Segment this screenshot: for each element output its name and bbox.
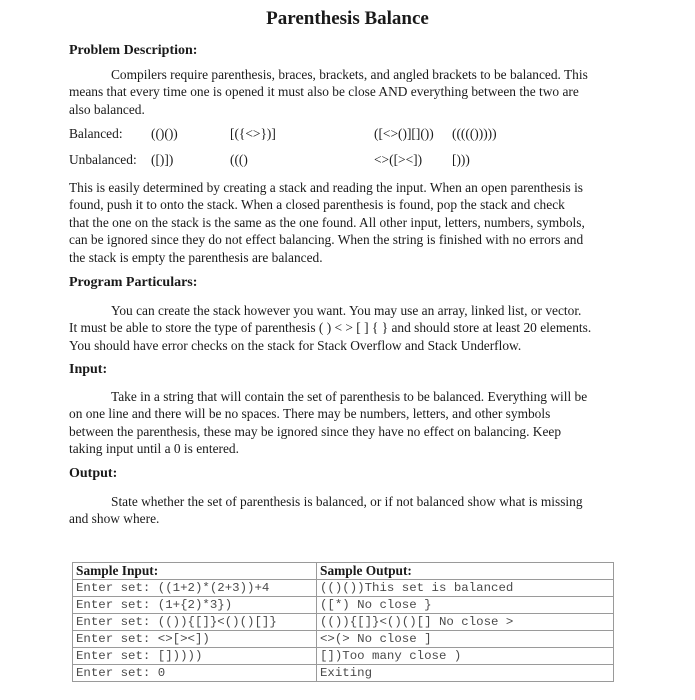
balanced-example: (()()) (151, 126, 178, 141)
balanced-label: Balanced: (69, 126, 123, 141)
table-row: Enter set: 0 Exiting (72, 664, 614, 682)
text-span: Compilers require parenthesis, braces, b… (111, 67, 588, 82)
table-row: Enter set: [])))) [])Too many close ) (72, 647, 614, 665)
input-paragraph: Take in a string that will contain the s… (69, 388, 617, 458)
program-particulars-paragraph: You can create the stack however you wan… (69, 302, 617, 354)
sample-input-cell: Enter set: ((1+2)*(2+3))+4 (72, 579, 317, 597)
program-particulars-heading: Program Particulars: (69, 275, 198, 290)
sample-input-header: Sample Input: (72, 562, 317, 580)
balanced-example: ([<>()][]()) (374, 126, 434, 141)
text-span: State whether the set of parenthesis is … (111, 494, 583, 509)
text-line: You can create the stack however you wan… (69, 302, 617, 319)
text-line: can be ignored since they do not effect … (69, 232, 584, 248)
text-span: Take in a string that will contain the s… (111, 389, 588, 404)
unbalanced-example: ([)]) (151, 152, 174, 167)
text-line: the stack is empty the parenthesis are b… (69, 249, 323, 265)
text-line: and show where. (69, 511, 160, 527)
sample-input-cell: Enter set: 0 (72, 664, 317, 682)
table-row: Enter set: ((1+2)*(2+3))+4 (()())This se… (72, 579, 614, 597)
text-line: Compilers require parenthesis, braces, b… (69, 66, 617, 83)
text-line: taking input until a 0 is entered. (69, 441, 239, 457)
sample-input-cell: Enter set: <>[><]) (72, 630, 317, 648)
table-row: Enter set: (()){[]}<()()[]} (()){[]}<()(… (72, 613, 614, 631)
sample-output-cell: ([*) No close } (316, 596, 614, 614)
unbalanced-example: ((() (230, 152, 248, 167)
page-title: Parenthesis Balance (266, 8, 429, 29)
unbalanced-example: [))) (452, 152, 470, 167)
sample-io-table: Sample Input: Sample Output: Enter set: … (72, 562, 614, 682)
problem-intro-paragraph: Compilers require parenthesis, braces, b… (69, 66, 617, 118)
output-paragraph: State whether the set of parenthesis is … (69, 493, 617, 528)
table-row: Enter set: (1+{2)*3}) ([*) No close } (72, 596, 614, 614)
problem-explanation-paragraph: This is easily determined by creating a … (69, 179, 617, 266)
text-line: Take in a string that will contain the s… (69, 388, 617, 405)
text-line: found, push it to onto the stack. When a… (69, 197, 565, 213)
sample-input-cell: Enter set: (()){[]}<()()[]} (72, 613, 317, 631)
text-line: also balanced. (69, 101, 145, 117)
text-line: State whether the set of parenthesis is … (69, 493, 617, 510)
unbalanced-example: <>([><]) (374, 152, 423, 167)
text-span: You can create the stack however you wan… (111, 303, 582, 318)
text-line: You should have error checks on the stac… (69, 337, 522, 353)
sample-output-header: Sample Output: (316, 562, 614, 580)
sample-output-cell: Exiting (316, 664, 614, 682)
sample-output-cell: (()())This set is balanced (316, 579, 614, 597)
sample-output-cell: [])Too many close ) (316, 647, 614, 665)
problem-description-heading: Problem Description: (69, 43, 198, 58)
table-row: Enter set: <>[><]) <>(> No close ] (72, 630, 614, 648)
text-line: that the one on the stack is the same as… (69, 214, 585, 230)
text-line: between the parenthesis, these may be ig… (69, 423, 562, 439)
sample-input-cell: Enter set: [])))) (72, 647, 317, 665)
balanced-example: [({<>})] (230, 126, 276, 141)
text-line: means that every time one is opened it m… (69, 84, 579, 100)
output-heading: Output: (69, 466, 118, 481)
text-line: It must be able to store the type of par… (69, 320, 592, 336)
text-line: on one line and there will be no spaces.… (69, 406, 551, 422)
sample-output-cell: (()){[]}<()()[] No close > (316, 613, 614, 631)
sample-input-cell: Enter set: (1+{2)*3}) (72, 596, 317, 614)
sample-output-cell: <>(> No close ] (316, 630, 614, 648)
table-header-row: Sample Input: Sample Output: (72, 562, 614, 580)
unbalanced-label: Unbalanced: (69, 152, 137, 167)
input-heading: Input: (69, 362, 108, 377)
balanced-example: ((((())))) (452, 126, 497, 141)
text-line: This is easily determined by creating a … (69, 180, 584, 195)
